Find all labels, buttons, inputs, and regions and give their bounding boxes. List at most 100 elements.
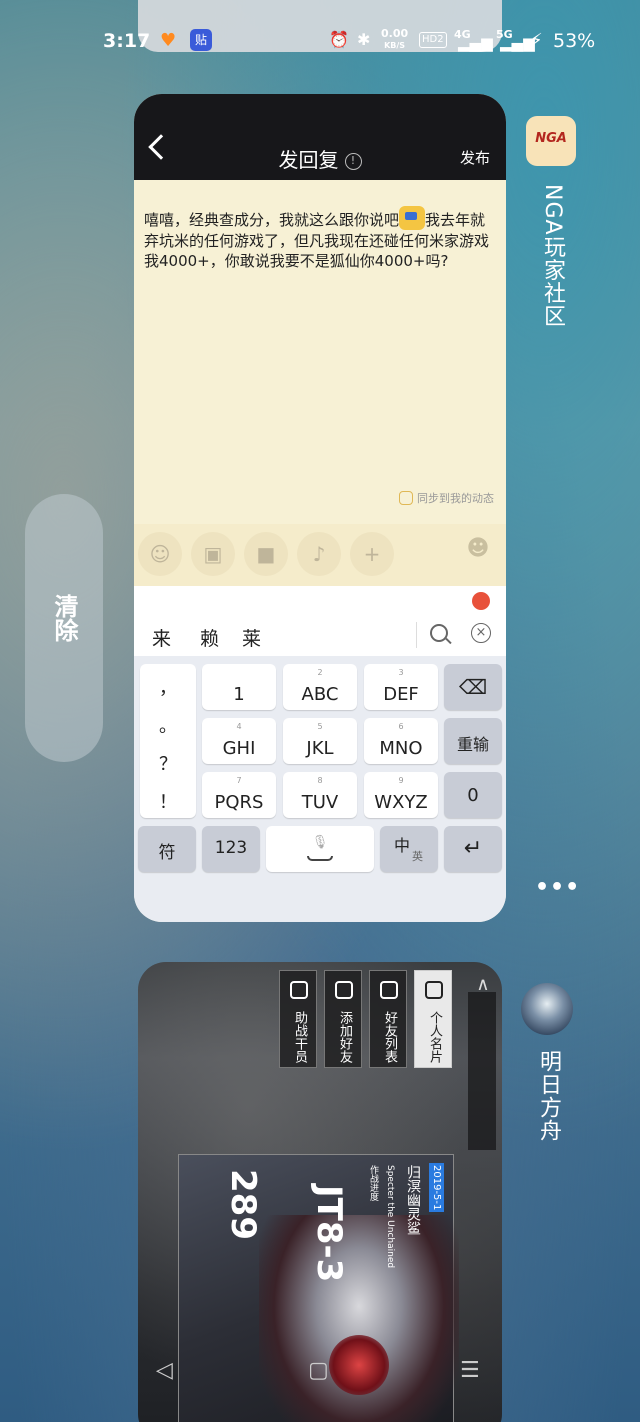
arknights-app-icon[interactable] (521, 983, 573, 1035)
language-switch-key[interactable]: 中 英 (380, 826, 438, 872)
key-ghi[interactable]: 4 GHI (202, 718, 276, 764)
hd-voice-badge: HD2 (419, 32, 447, 48)
key-tuv[interactable]: 8 TUV (283, 772, 357, 818)
candidate-word[interactable]: 赖 (200, 624, 219, 651)
punctuation-column[interactable]: ， 。 ？ ！ (140, 664, 196, 818)
personal-card-button[interactable]: 个人名片 (414, 970, 452, 1068)
assistant-name-en: Specter the Unchained (385, 1165, 395, 1269)
button-label: 添加好友 (337, 1011, 352, 1063)
backspace-icon: ⌫ (458, 675, 488, 699)
register-date: 2019-5-1 (429, 1163, 444, 1213)
nav-back-icon[interactable]: ◁ (156, 1358, 173, 1383)
add-friend-icon (335, 981, 353, 999)
punct-period-key[interactable]: 。 (140, 712, 196, 738)
key-num: 3 (398, 668, 404, 677)
punct-comma-key[interactable]: ， (140, 674, 196, 700)
key-label: PQRS (214, 792, 264, 813)
symbol-key[interactable]: 符 (138, 826, 196, 872)
nav-menu-icon[interactable]: ☰ (460, 1358, 480, 1383)
reply-header: 发回复! 发布 (134, 94, 506, 180)
key-pqrs[interactable]: 7 PQRS (202, 772, 276, 818)
zero-key[interactable]: 0 (444, 772, 502, 818)
key-1[interactable]: 1 (202, 664, 276, 710)
video-icon[interactable]: ■ (244, 532, 288, 576)
status-time: 3:17 (103, 30, 151, 52)
key-num: 5 (317, 722, 323, 731)
enter-key[interactable]: ↵ (444, 826, 502, 872)
nga-logo-text: NGA (535, 131, 567, 146)
nga-app-icon[interactable]: NGA (526, 116, 576, 166)
nga-app-card[interactable]: 发回复! 发布 嘻嘻，经典查成分，我就这么跟你说吧 我去年就弃坑米的任何游戏了，但… (134, 94, 506, 922)
net-speed-unit: KB/S (384, 41, 406, 50)
game-side-panel (468, 992, 496, 1150)
image-icon[interactable]: ▣ (191, 532, 235, 576)
assistant-name: 归溟幽灵鲨 (405, 1165, 421, 1235)
nga-app-name: NGA玩家社区 (540, 184, 565, 328)
mic-icon[interactable]: ♪ (297, 532, 341, 576)
key-num: 9 (398, 776, 404, 785)
nav-home-icon[interactable]: ▢ (308, 1358, 329, 1383)
key-num: 4 (236, 722, 242, 731)
key-num: 6 (398, 722, 404, 731)
plus-icon[interactable]: + (350, 532, 394, 576)
sync-checkbox[interactable] (399, 491, 413, 505)
friend-list-button[interactable]: 好友列表 (369, 970, 407, 1068)
support-icon (290, 981, 308, 999)
key-wxyz[interactable]: 9 WXYZ (364, 772, 438, 818)
operator-accent (329, 1335, 389, 1395)
voice-input-icon: 🎙 (311, 835, 329, 850)
zero-label: 0 (467, 785, 479, 806)
anonymous-mask-icon[interactable]: ☻ (464, 536, 492, 570)
reinput-key[interactable]: 重输 (444, 718, 502, 764)
close-icon[interactable]: × (471, 623, 491, 643)
progress-label: 作战进度 (368, 1165, 378, 1201)
space-bar-icon (307, 856, 333, 861)
alarm-icon: ⏰ (329, 30, 349, 49)
chevron-up-icon[interactable]: ∧ (471, 974, 495, 995)
lang-sub-label: 英 (412, 850, 423, 863)
ime-skin-icon[interactable] (472, 592, 490, 610)
candidate-divider (416, 622, 417, 648)
arknights-app-card[interactable]: 个人名片 好友列表 添加好友 助战干员 ∧ 2019-5-1 归溟幽灵鲨 Spe… (138, 962, 502, 1422)
punct-question-key[interactable]: ？ (140, 750, 196, 776)
search-icon[interactable] (430, 624, 448, 642)
signal-bars-icon: ▂▄▆ (458, 34, 493, 52)
support-operator-button[interactable]: 助战干员 (279, 970, 317, 1068)
space-key[interactable]: 🎙 (266, 826, 374, 872)
clear-all-button[interactable]: 清除 (25, 494, 103, 762)
publish-button[interactable]: 发布 (460, 147, 490, 168)
charging-icon: ⚡ (530, 30, 543, 51)
number-switch-key[interactable]: 123 (202, 826, 260, 872)
reply-text[interactable]: 嘻嘻，经典查成分，我就这么跟你说吧 我去年就弃坑米的任何游戏了，但凡我现在还碰任何… (144, 206, 494, 272)
bluetooth-icon: ✱ (357, 30, 371, 49)
key-label: JKL (306, 738, 334, 759)
reinput-label: 重输 (456, 735, 489, 754)
emoji-icon[interactable]: ☺ (138, 532, 182, 576)
sync-to-feed-option[interactable]: 同步到我的动态 (399, 490, 494, 506)
key-def[interactable]: 3 DEF (364, 664, 438, 710)
candidate-word[interactable]: 莱 (242, 624, 261, 651)
key-mno[interactable]: 6 MNO (364, 718, 438, 764)
key-label: 1 (233, 684, 245, 705)
page-title: 发回复 (278, 148, 339, 172)
reply-editor[interactable]: 嘻嘻，经典查成分，我就这么跟你说吧 我去年就弃坑米的任何游戏了，但凡我现在还碰任何… (134, 180, 506, 524)
key-abc[interactable]: 2 ABC (283, 664, 357, 710)
key-jkl[interactable]: 5 JKL (283, 718, 357, 764)
key-label: MNO (379, 738, 423, 759)
info-icon[interactable]: ! (344, 153, 362, 170)
ime-keyboard: 来 赖 莱 × ， 。 ？ ！ 1 2 ABC 3 DEF ⌫ 4 GHI 5 JKL (134, 586, 506, 922)
clear-label: 清除 (50, 594, 78, 642)
lang-main-label: 中 (394, 836, 411, 855)
key-label: GHI (222, 738, 256, 759)
punct-exclaim-key[interactable]: ！ (140, 788, 196, 814)
sync-label: 同步到我的动态 (417, 492, 494, 505)
more-options-icon[interactable]: ••• (535, 875, 580, 900)
number-switch-label: 123 (214, 838, 248, 858)
add-friend-button[interactable]: 添加好友 (324, 970, 362, 1068)
candidate-word[interactable]: 来 (152, 624, 171, 651)
friends-icon (380, 981, 398, 999)
key-num: 2 (317, 668, 323, 677)
backspace-key[interactable]: ⌫ (444, 664, 502, 710)
reply-text-part1: 嘻嘻，经典查成分，我就这么跟你说吧 (144, 211, 400, 229)
sticker-emoji-icon (399, 206, 426, 230)
